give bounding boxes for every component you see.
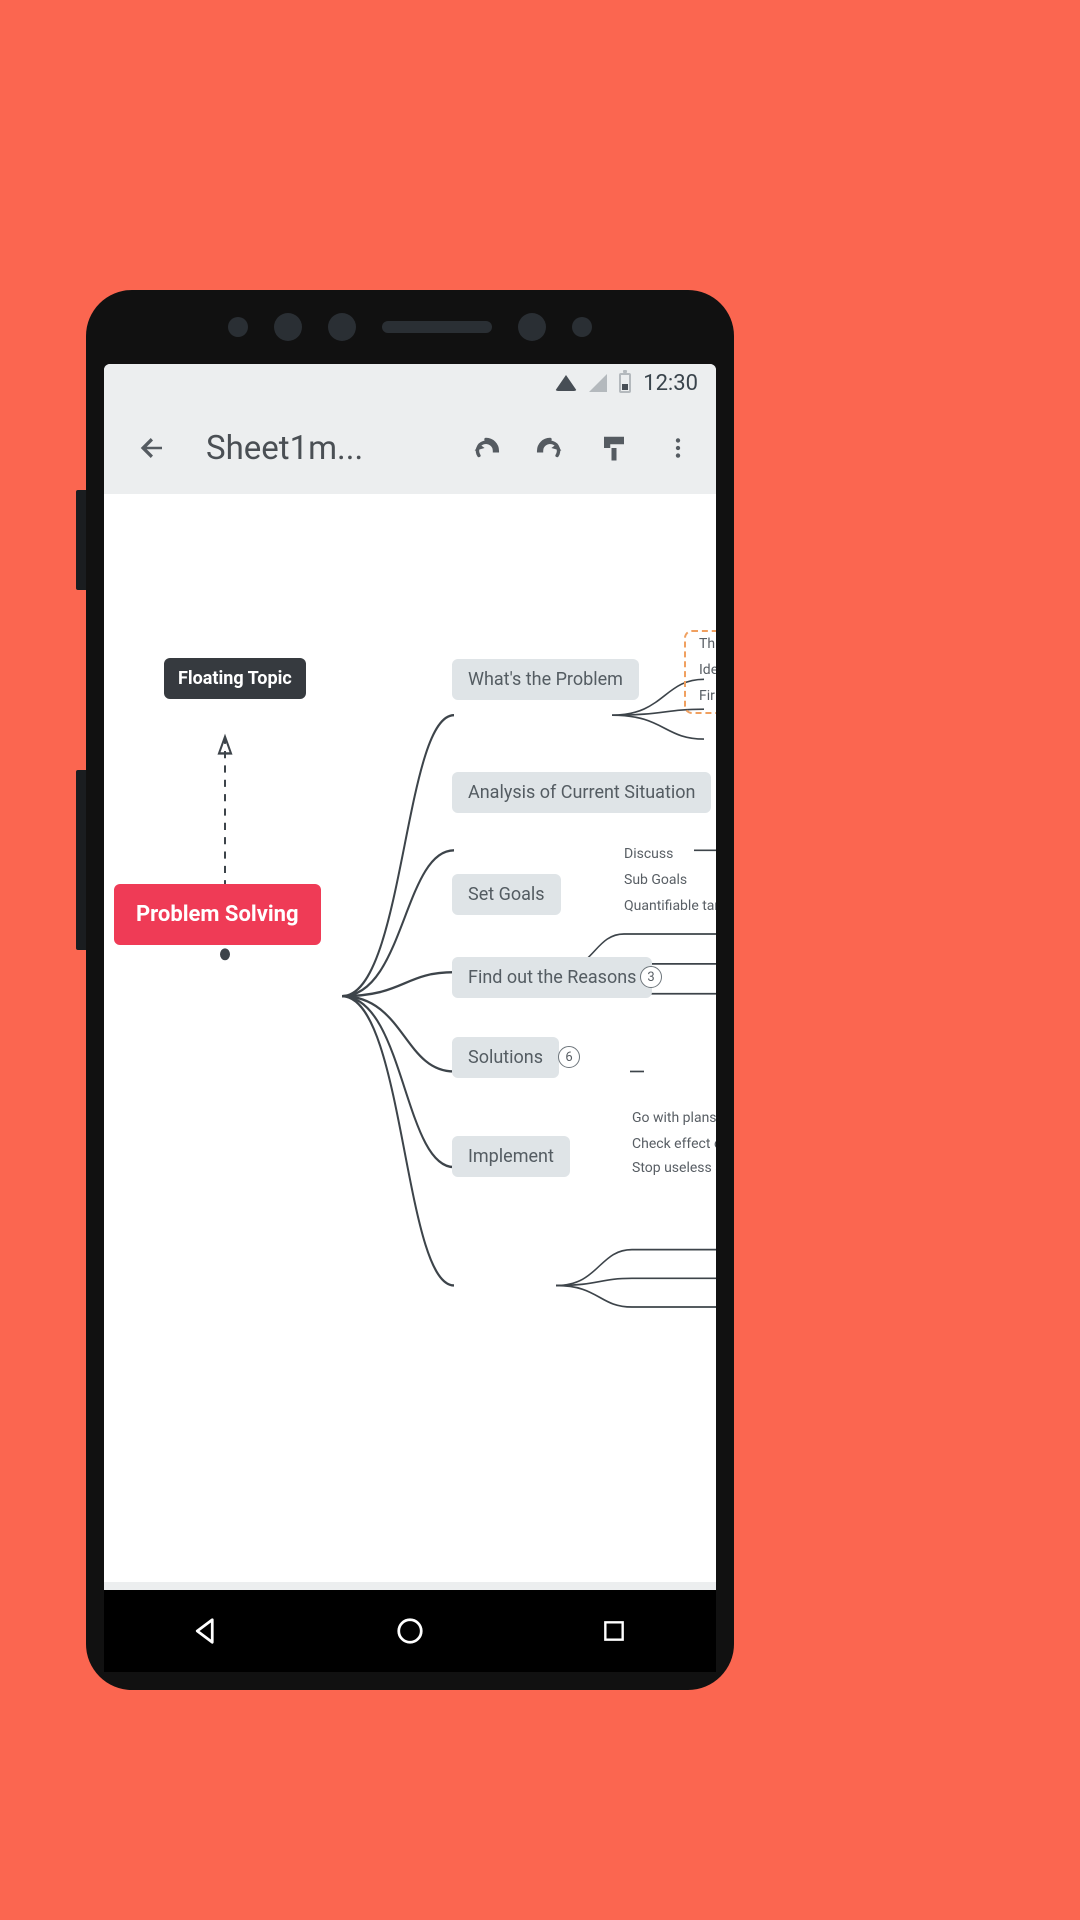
sheet-title[interactable]: Sheet1m...	[188, 429, 450, 468]
screen: 12:30 Sheet1m...	[104, 364, 716, 1672]
branch-node[interactable]: Analysis of Current Situation	[452, 772, 711, 813]
more-menu-button[interactable]	[650, 420, 706, 476]
sub-node-label[interactable]: Check effect of	[632, 1136, 716, 1152]
child-count-badge[interactable]: 3	[640, 966, 662, 988]
floating-topic-node[interactable]: Floating Topic	[164, 658, 306, 699]
root-node[interactable]: Problem Solving	[114, 884, 321, 945]
app-bar: Sheet1m...	[104, 402, 716, 494]
sub-node-label[interactable]: Go with plans	[632, 1110, 716, 1126]
sub-node-label[interactable]: Stop useless so	[632, 1160, 716, 1176]
back-button[interactable]	[124, 420, 180, 476]
volume-up-button[interactable]	[76, 490, 86, 590]
sub-node-label[interactable]: Fir	[699, 688, 715, 704]
child-count-badge[interactable]: 6	[558, 1046, 580, 1068]
volume-down-button[interactable]	[76, 770, 86, 950]
sub-node-label[interactable]: Sub Goals	[624, 872, 687, 888]
system-nav-bar	[104, 1590, 716, 1672]
phone-frame: 12:30 Sheet1m...	[86, 290, 734, 1690]
status-time: 12:30	[643, 371, 698, 396]
nav-recents-button[interactable]	[593, 1610, 635, 1652]
branch-node[interactable]: Set Goals	[452, 874, 561, 915]
redo-button[interactable]	[522, 420, 578, 476]
signal-icon	[589, 374, 607, 392]
undo-button[interactable]	[458, 420, 514, 476]
sub-node-label[interactable]: Th	[699, 636, 715, 652]
sub-node-label[interactable]: Discuss	[624, 846, 673, 862]
nav-home-button[interactable]	[389, 1610, 431, 1652]
branch-node[interactable]: What's the Problem	[452, 659, 639, 700]
status-bar: 12:30	[104, 364, 716, 402]
sub-node-label[interactable]: Ide	[699, 662, 716, 678]
phone-top	[86, 290, 734, 364]
battery-icon	[619, 373, 631, 393]
branch-node[interactable]: Find out the Reasons	[452, 957, 652, 998]
branch-node[interactable]: Implement	[452, 1136, 570, 1177]
wifi-icon	[555, 375, 577, 391]
sub-node-label[interactable]: Quantifiable targe	[624, 898, 716, 914]
format-button[interactable]	[586, 420, 642, 476]
mindmap-canvas[interactable]: Floating Topic Problem Solving What's th…	[104, 494, 716, 1582]
branch-node[interactable]: Solutions	[452, 1037, 559, 1078]
nav-back-button[interactable]	[185, 1610, 227, 1652]
